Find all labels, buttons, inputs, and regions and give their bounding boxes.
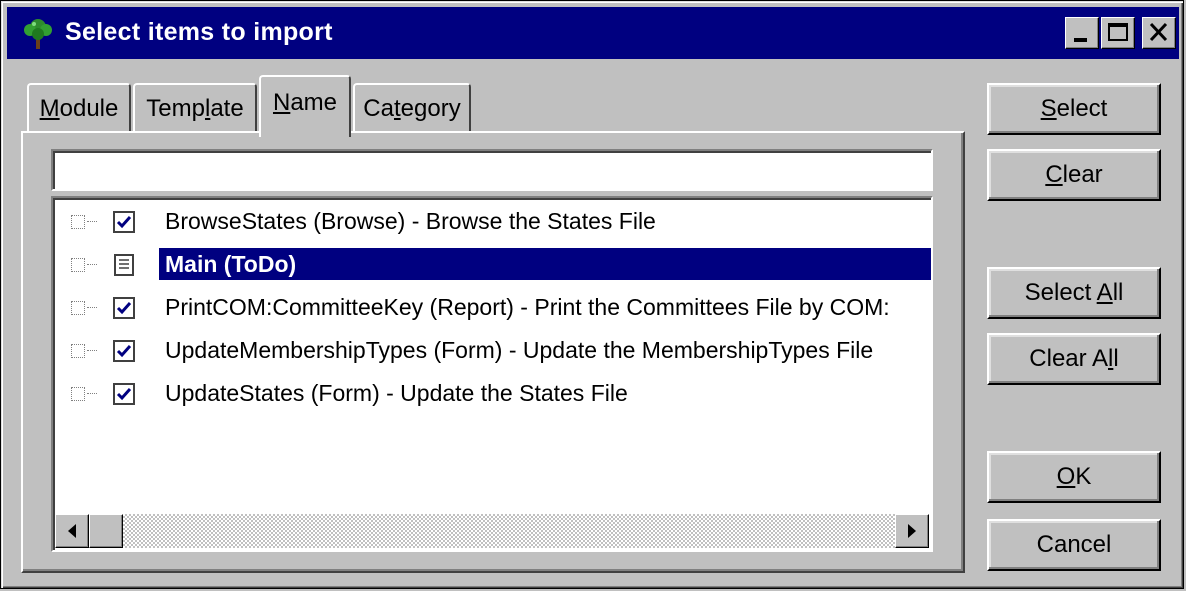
ok-button[interactable]: OK [987,451,1161,503]
tab-label: Temp [146,95,205,122]
tab-label: egory [400,95,461,122]
tab-template[interactable]: Template [133,83,257,133]
tree-item[interactable]: UpdateMembershipTypes (Form) - Update th… [55,331,931,369]
tab-module[interactable]: Module [27,83,131,133]
button-label-accel: O [1056,463,1076,490]
button-label-accel: C [1045,161,1063,188]
scroll-track[interactable] [123,514,895,548]
tab-label: Ca [363,95,394,122]
button-label: ll [1112,279,1124,306]
tree-connector [87,350,97,351]
maximize-icon [1108,23,1128,41]
select-all-button[interactable]: Select All [987,267,1161,319]
tree-expander [71,387,85,401]
tree-expander [71,301,85,315]
tree-connector [87,393,97,394]
horizontal-scrollbar[interactable] [55,514,929,548]
tree-connector [87,264,97,265]
minimize-button[interactable] [1065,17,1099,49]
button-label: lear [1062,161,1103,188]
tree-connector [87,221,97,222]
cancel-button[interactable]: Cancel [987,519,1161,571]
tree-item[interactable]: PrintCOM:CommitteeKey (Report) - Print t… [55,288,931,326]
button-label-accel: S [1040,95,1057,122]
button-label: Clear A [1029,345,1108,372]
tree-item-label: UpdateMembershipTypes (Form) - Update th… [165,337,874,363]
button-label: elect [1056,95,1108,122]
close-icon [1149,22,1168,42]
tree-item[interactable]: UpdateStates (Form) - Update the States … [55,374,931,412]
button-label: Select [1024,279,1097,306]
button-label: K [1075,463,1092,490]
scroll-right-button[interactable] [895,514,929,548]
tab-category[interactable]: Category [353,83,471,133]
close-button[interactable] [1142,17,1176,49]
scroll-thumb[interactable] [89,514,123,548]
import-dialog: Select items to import Module Template N… [0,0,1184,589]
minimize-icon [1074,38,1087,42]
tab-label: odule [59,95,119,122]
clear-all-button[interactable]: Clear All [987,333,1161,385]
tree-expander [71,215,85,229]
clear-button[interactable]: Clear [987,149,1161,201]
tree-app-icon [24,19,52,49]
scroll-left-button[interactable] [55,514,89,548]
arrow-right-icon [908,524,916,538]
item-tree[interactable]: BrowseStates (Browse) - Browse the State… [51,196,933,552]
filter-input[interactable] [51,149,933,191]
title-bar[interactable]: Select items to import [7,7,1179,59]
tree-connector [87,307,97,308]
maximize-button[interactable] [1101,17,1135,49]
tree-item-selected[interactable]: Main (ToDo) [55,245,931,283]
tab-label: ame [290,89,338,116]
tab-label-accel: t [393,95,401,122]
select-button[interactable]: Select [987,83,1161,135]
arrow-left-icon [68,524,76,538]
tree-expander [71,344,85,358]
checkbox-checked-icon[interactable] [113,383,135,405]
document-icon [114,254,134,276]
checkbox-checked-icon[interactable] [113,340,135,362]
tree-item-label: PrintCOM:CommitteeKey (Report) - Print t… [165,294,890,320]
button-label: l [1113,345,1119,372]
checkbox-checked-icon[interactable] [113,211,135,233]
tab-name[interactable]: Name [259,75,351,137]
button-label: Cancel [1036,531,1112,558]
window-title: Select items to import [65,18,333,46]
tab-label-accel: N [272,89,291,116]
tree-item[interactable]: BrowseStates (Browse) - Browse the State… [55,202,931,240]
tree-item-label: UpdateStates (Form) - Update the States … [165,380,628,406]
tab-label: ate [210,95,244,122]
tab-label-accel: M [39,95,60,122]
button-label-accel: A [1096,279,1113,306]
tree-item-label: Main (ToDo) [159,248,931,280]
checkbox-checked-icon[interactable] [113,297,135,319]
tree-expander [71,258,85,272]
tree-item-label: BrowseStates (Browse) - Browse the State… [165,208,656,234]
